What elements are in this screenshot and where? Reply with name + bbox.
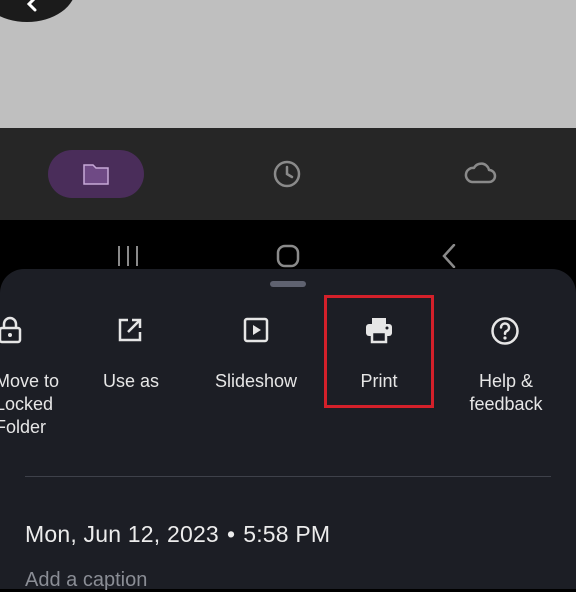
action-label: Move to Locked Folder xyxy=(0,371,60,437)
help-feedback-action[interactable]: Help & feedback xyxy=(452,269,560,439)
nav-item-files[interactable] xyxy=(48,150,144,198)
open-external-icon xyxy=(118,318,142,342)
move-to-locked-folder-action[interactable]: Move to Locked Folder xyxy=(0,269,70,439)
cloud-icon xyxy=(464,162,497,184)
photo-preview-area xyxy=(0,0,576,128)
action-label: Slideshow xyxy=(214,371,298,391)
slideshow-action[interactable]: Slideshow xyxy=(200,269,312,439)
caption-input[interactable]: Add a caption xyxy=(25,569,147,592)
nav-item-cloud[interactable] xyxy=(463,160,497,191)
action-label: Help & feedback xyxy=(469,371,543,414)
photo-actions-sheet: Move to Locked Folder Use as Slideshow P… xyxy=(0,269,576,592)
nav-item-recent[interactable] xyxy=(272,159,302,194)
use-as-action[interactable]: Use as xyxy=(80,269,182,439)
recent-apps-icon[interactable] xyxy=(116,246,140,266)
sheet-divider xyxy=(25,476,551,477)
back-button[interactable] xyxy=(0,0,76,22)
date-separator: • xyxy=(226,521,236,547)
app-bottom-navigation xyxy=(0,128,576,220)
photo-time: 5:58 PM xyxy=(243,521,331,547)
system-back-icon[interactable] xyxy=(441,244,457,268)
action-label: Use as xyxy=(102,371,160,391)
chevron-left-icon xyxy=(26,0,37,12)
lock-icon xyxy=(0,316,22,344)
home-icon[interactable] xyxy=(276,244,300,268)
help-icon xyxy=(491,317,519,345)
photo-date-time: Mon, Jun 12, 2023 • 5:58 PM xyxy=(25,521,330,548)
folder-icon xyxy=(83,164,109,185)
photo-date: Mon, Jun 12, 2023 xyxy=(25,521,219,547)
print-highlight-box xyxy=(324,295,434,408)
clock-icon xyxy=(273,160,301,188)
slideshow-icon xyxy=(243,317,269,343)
